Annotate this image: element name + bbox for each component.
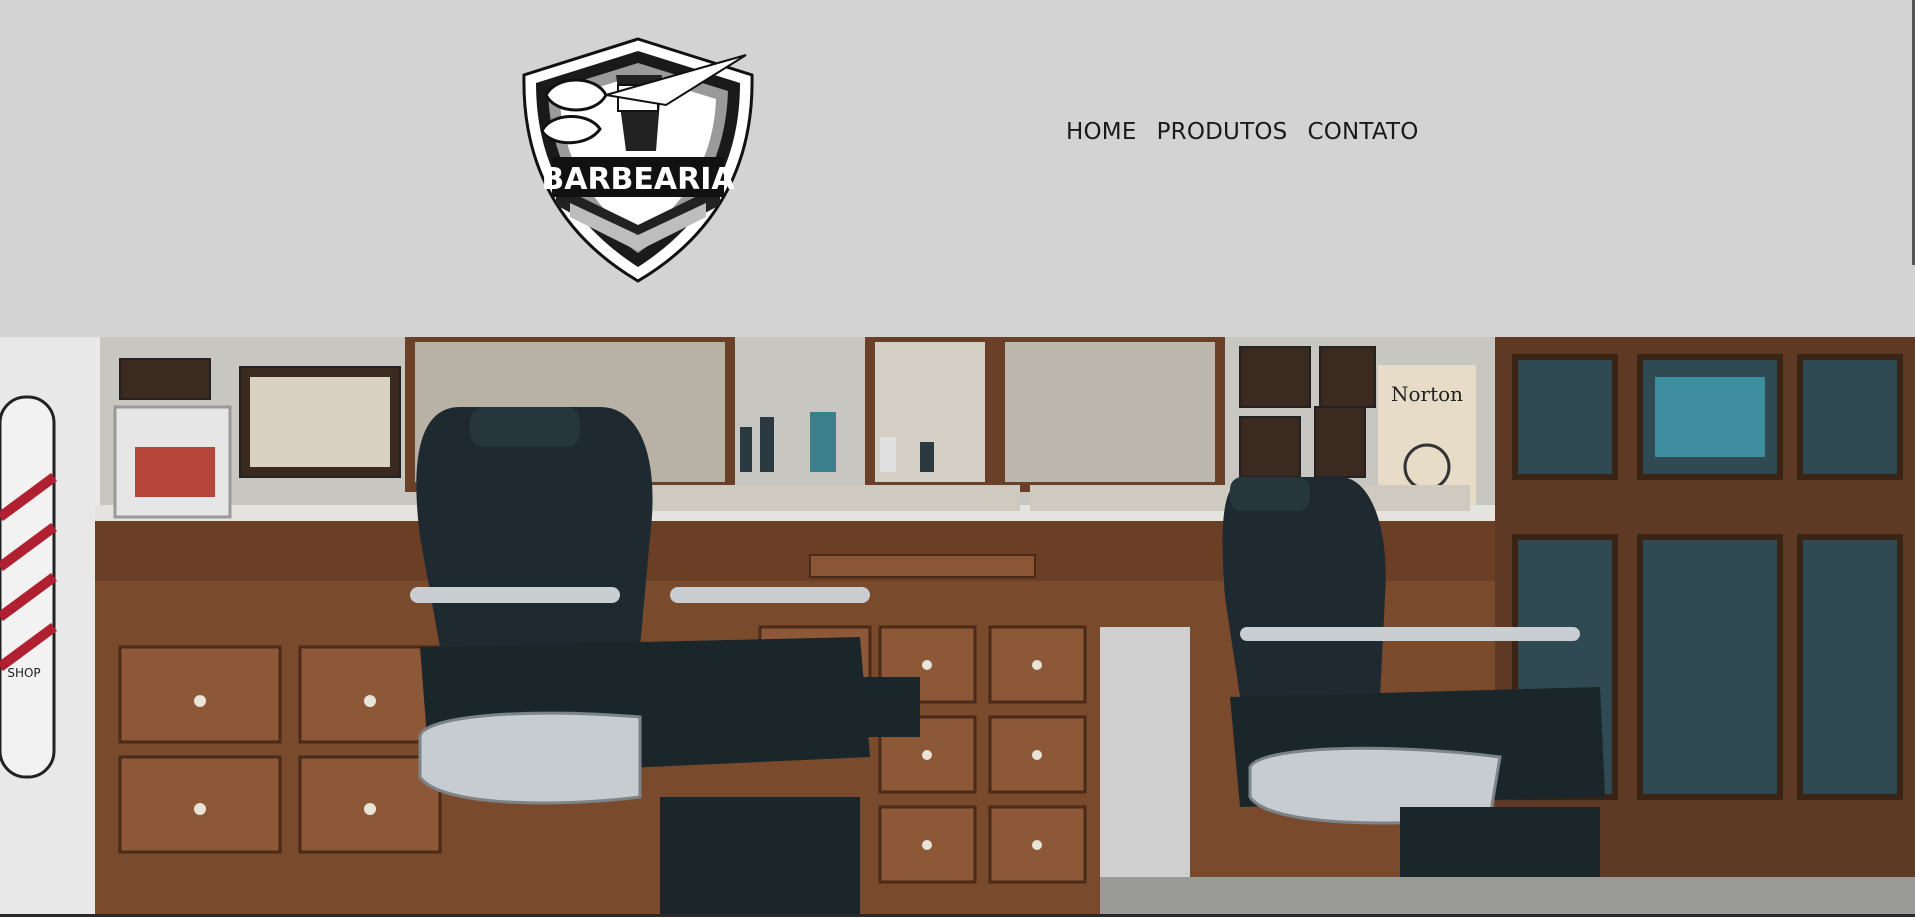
main-navigation: HOME PRODUTOS CONTATO (1066, 119, 1419, 145)
site-header: BARBEARIA HOME PRODUTOS CONTATO (0, 0, 1915, 337)
norton-poster-text: Norton (1391, 382, 1463, 406)
logo-text: BARBEARIA (541, 162, 735, 197)
nav-produtos-link[interactable]: PRODUTOS (1157, 119, 1288, 145)
nav-contato-link[interactable]: CONTATO (1307, 119, 1418, 145)
barbearia-logo[interactable]: BARBEARIA (516, 35, 760, 285)
barber-pole-text: SHOP (7, 666, 40, 680)
hero-image: Norton SHOP (0, 337, 1915, 914)
shield-logo-icon: BARBEARIA (522, 37, 754, 283)
nav-home-link[interactable]: HOME (1066, 119, 1137, 145)
barbershop-scene-image: Norton SHOP (0, 337, 1915, 914)
